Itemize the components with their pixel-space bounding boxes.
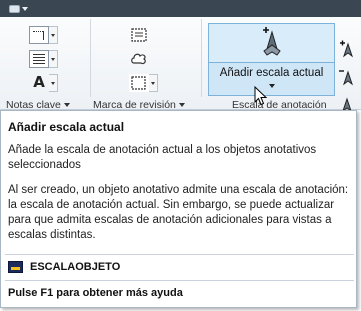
tooltip-command: ESCALAOBJETO (8, 261, 120, 273)
chevron-down-icon[interactable] (49, 74, 58, 92)
window-icon (9, 4, 20, 13)
annotation-scale-icon (263, 27, 281, 56)
tooltip-extended-text: Al ser creado, un objeto anotativo admit… (8, 184, 349, 241)
mouse-cursor-icon (254, 86, 268, 106)
chevron-down-icon (269, 84, 275, 88)
command-line-icon (8, 261, 23, 273)
keynote-tool-3[interactable]: A (29, 73, 58, 92)
add-scale-label: Añadir escala actual (219, 67, 324, 79)
keynote-tool-2[interactable] (29, 50, 58, 68)
tooltip: Añadir escala actual Añade la escala de … (0, 110, 357, 308)
add-scale-icon-area (209, 24, 334, 63)
revision-tool-3[interactable] (129, 74, 158, 92)
remove-scale-small-icon[interactable] (337, 67, 357, 87)
chevron-down-icon (63, 103, 70, 108)
quick-access-menu-button[interactable] (9, 3, 33, 14)
divider (90, 19, 91, 97)
command-name: ESCALAOBJETO (30, 261, 121, 273)
add-scale-small-icon[interactable] (337, 39, 357, 59)
tooltip-title: Añadir escala actual (8, 120, 125, 134)
rectangle-select-icon (129, 74, 149, 92)
tooltip-description: Añade la escala de anotación actual a lo… (8, 144, 317, 171)
add-current-scale-button[interactable]: Añadir escala actual (208, 23, 335, 96)
chevron-down-icon[interactable] (49, 26, 58, 44)
cloud-shape-icon[interactable] (129, 50, 149, 68)
divider (201, 19, 202, 97)
title-bar (0, 0, 361, 17)
tooltip-help-text: Pulse F1 para obtener más ayuda (8, 287, 183, 299)
list-icon (29, 50, 49, 68)
chevron-down-icon (178, 103, 185, 108)
chevron-down-icon[interactable] (149, 74, 158, 92)
text-a-icon: A (33, 73, 45, 91)
chevron-down-icon[interactable] (49, 50, 58, 68)
ribbon: A Añadir escala actual (0, 17, 361, 113)
divider (5, 280, 354, 281)
divider (5, 254, 354, 255)
revision-cloud-icon[interactable] (129, 26, 149, 44)
dotted-leader-icon (29, 26, 49, 44)
chevron-down-icon (22, 6, 28, 11)
keynote-tool-1[interactable] (29, 26, 58, 44)
